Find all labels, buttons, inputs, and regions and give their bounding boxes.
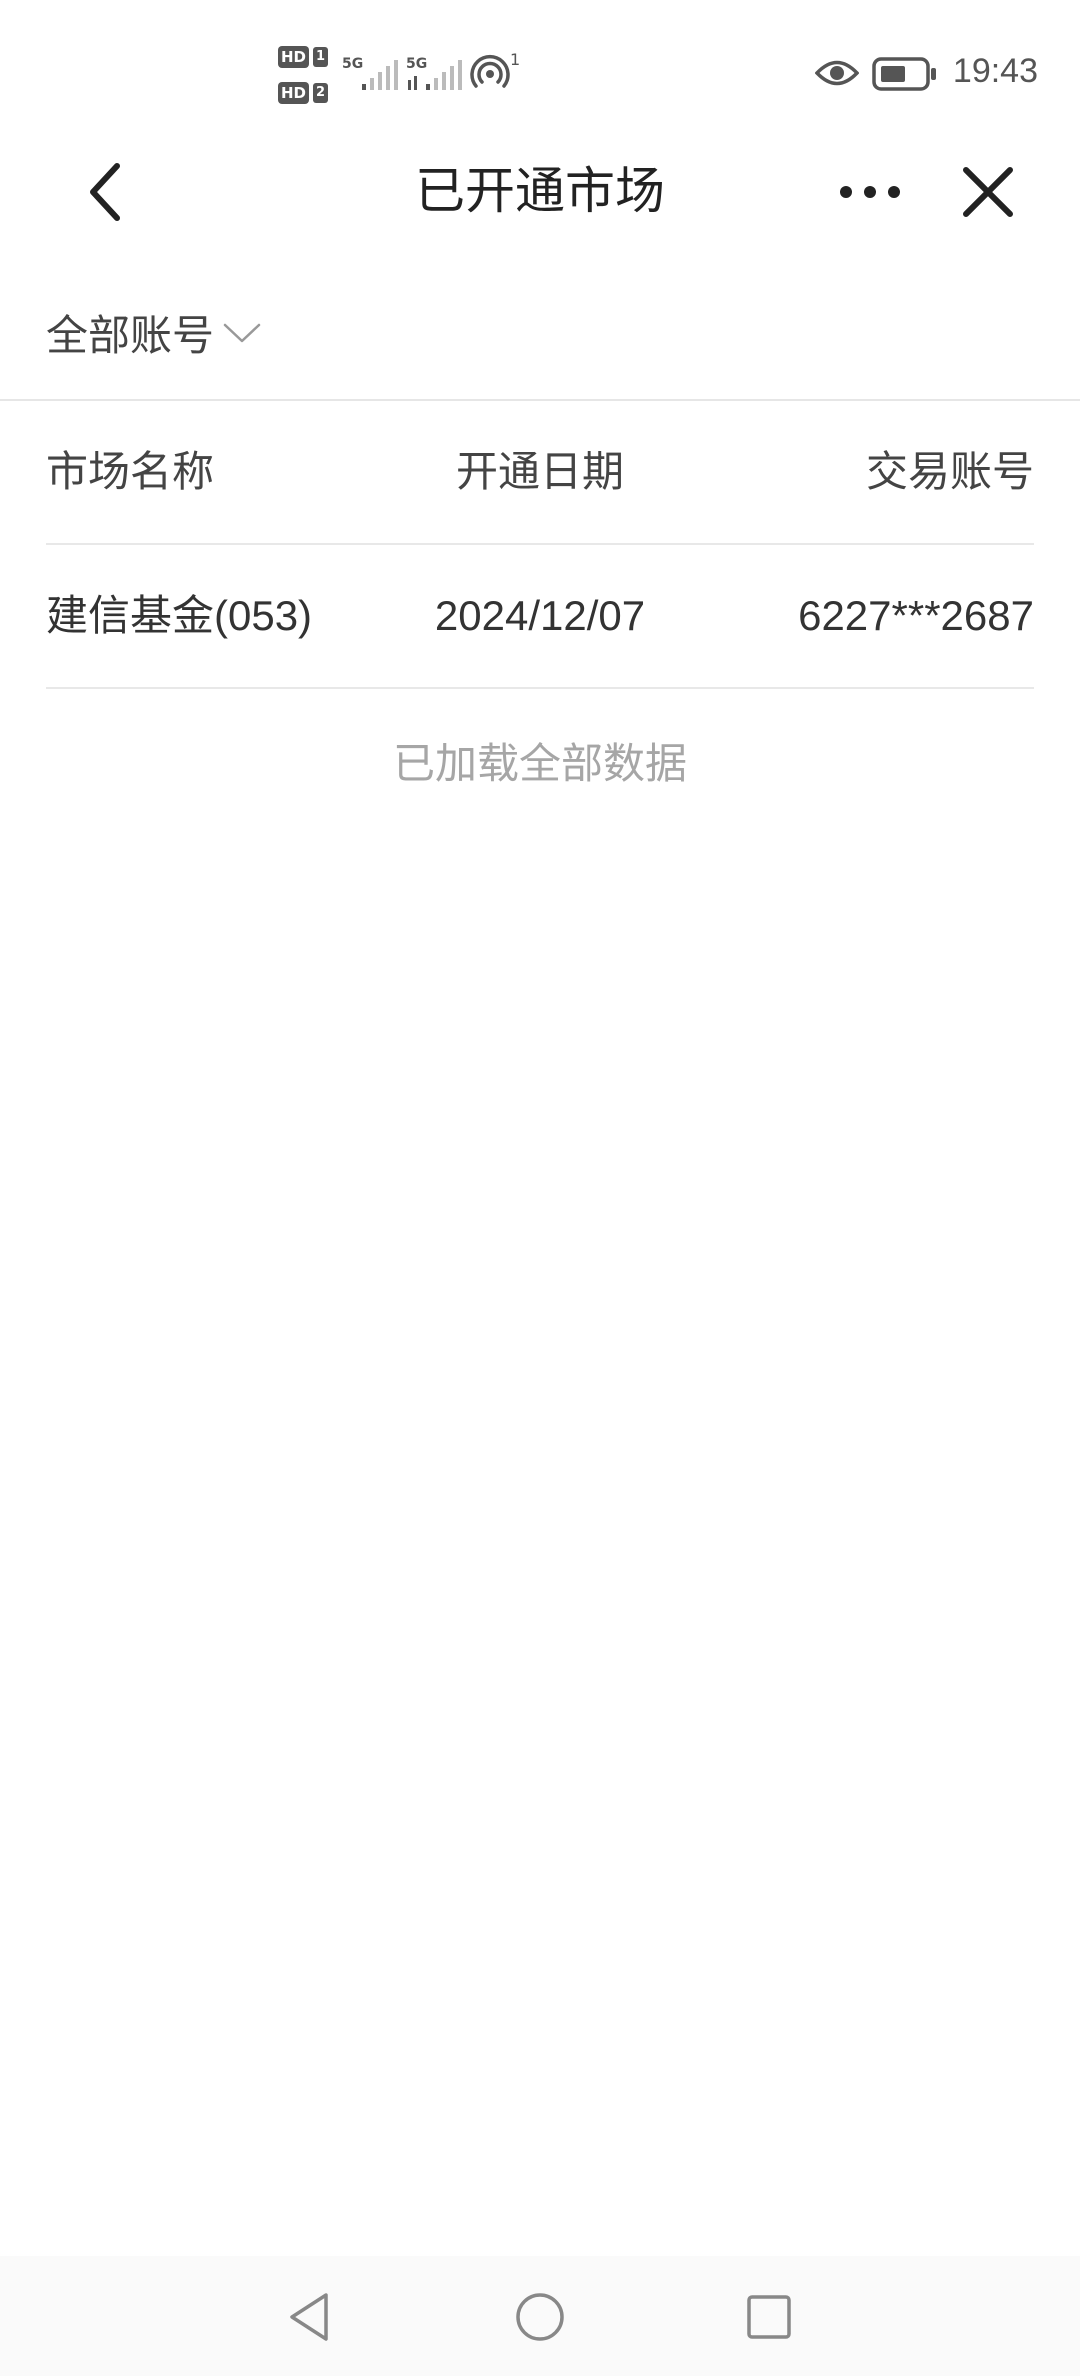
cell-market-name: 建信基金(053) <box>46 592 313 639</box>
cell-open-date: 2024/12/07 <box>434 592 646 639</box>
chevron-down-icon <box>223 323 261 343</box>
page-title: 已开通市场 <box>415 162 665 220</box>
close-icon <box>963 167 1013 217</box>
loaded-all-message: 已加载全部数据 <box>392 739 687 788</box>
status-time: 19:43 <box>952 52 1038 90</box>
sim1-badge: HD 1 <box>278 44 334 70</box>
eye-icon <box>815 60 859 86</box>
more-button[interactable] <box>830 152 910 232</box>
table-header-row: 市场名称 开通日期 交易账号 <box>46 401 1034 545</box>
chevron-left-icon <box>90 163 120 221</box>
sim2-number: 2 <box>313 83 329 103</box>
page: HD 1 HD 2 5G 5G 1 19:43 已开通市场 全部账号 市场名称 … <box>0 0 1080 2376</box>
sim2-badge: HD 2 <box>278 80 334 106</box>
sim1-signal-icon: 5G <box>342 54 398 94</box>
header-open-date: 开通日期 <box>455 447 624 496</box>
home-circle-icon <box>516 2293 564 2341</box>
account-filter-label: 全部账号 <box>46 310 215 360</box>
more-dots-icon <box>840 186 900 198</box>
hotspot-count: 1 <box>510 50 521 69</box>
system-back-button[interactable] <box>275 2282 345 2352</box>
account-filter-dropdown[interactable]: 全部账号 <box>46 290 262 374</box>
nav-bar: 已开通市场 <box>0 130 1080 252</box>
sim-badges: HD 1 HD 2 <box>278 44 334 106</box>
back-triangle-icon <box>290 2293 328 2341</box>
sim1-hd-label: HD <box>278 46 310 68</box>
sim1-number: 1 <box>313 47 329 67</box>
status-bar: HD 1 HD 2 5G 5G 1 19:43 <box>0 0 1080 130</box>
sim2-hd-label: HD <box>278 82 310 104</box>
sim2-signal-icon: 5G <box>406 54 462 94</box>
close-button[interactable] <box>950 152 1026 232</box>
market-table: 市场名称 开通日期 交易账号 建信基金(053) 2024/12/07 6227… <box>46 401 1034 689</box>
system-home-button[interactable] <box>505 2282 575 2352</box>
back-button[interactable] <box>70 152 140 232</box>
cell-trade-account: 6227***2687 <box>798 592 1034 639</box>
table-row[interactable]: 建信基金(053) 2024/12/07 6227***2687 <box>46 545 1034 689</box>
battery-icon <box>872 57 936 91</box>
header-market-name: 市场名称 <box>46 447 215 496</box>
recent-square-icon <box>747 2295 791 2339</box>
system-nav-bar <box>0 2256 1080 2376</box>
header-trade-account: 交易账号 <box>865 447 1034 496</box>
hotspot-icon <box>470 55 510 88</box>
system-recent-button[interactable] <box>734 2282 804 2352</box>
